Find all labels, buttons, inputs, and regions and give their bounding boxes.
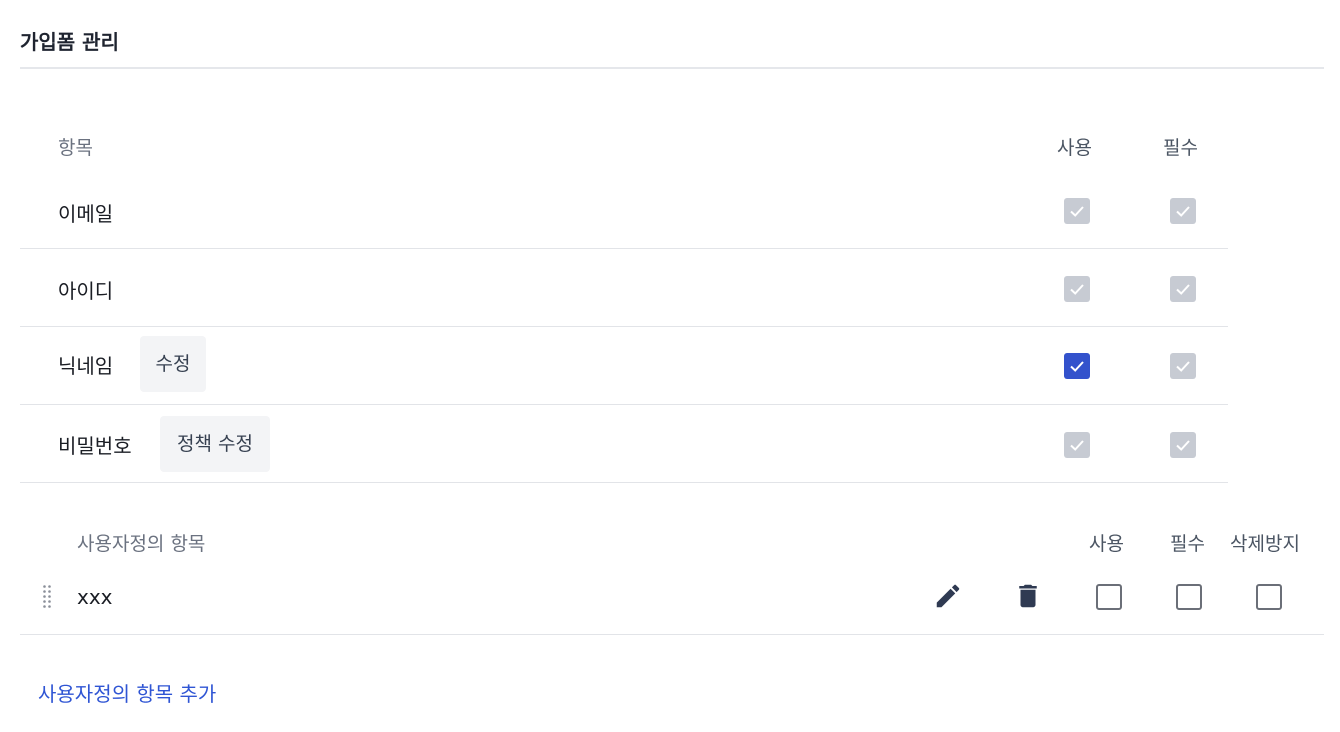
check-icon xyxy=(1176,206,1190,217)
section-divider xyxy=(20,482,1228,483)
check-icon xyxy=(1176,440,1190,451)
edit-field-button[interactable] xyxy=(932,580,964,612)
custom-column-header-protect: 삭제방지 xyxy=(1230,533,1300,555)
check-icon xyxy=(1176,361,1190,372)
required-checkbox xyxy=(1170,432,1196,458)
column-header-item: 항목 xyxy=(58,137,93,159)
column-header-required: 필수 xyxy=(1163,137,1198,159)
custom-column-header-required: 필수 xyxy=(1170,533,1205,555)
use-checkbox xyxy=(1064,276,1090,302)
use-checkbox xyxy=(1064,432,1090,458)
check-icon xyxy=(1070,361,1084,372)
delete-field-button[interactable] xyxy=(1012,580,1044,612)
edit-nickname-button[interactable]: 수정 xyxy=(140,336,206,392)
custom-row-label: xxx xyxy=(77,585,113,609)
custom-column-header-use: 사용 xyxy=(1089,533,1124,555)
edit-password-policy-button[interactable]: 정책 수정 xyxy=(160,416,270,472)
check-icon xyxy=(1070,206,1084,217)
drag-handle-icon[interactable] xyxy=(42,584,52,610)
check-icon xyxy=(1070,284,1084,295)
check-icon xyxy=(1176,284,1190,295)
custom-column-header-item: 사용자정의 항목 xyxy=(77,533,206,555)
add-custom-field-link[interactable]: 사용자정의 항목 추가 xyxy=(38,678,216,707)
row-label: 이메일 xyxy=(58,202,114,226)
page-title: 가입폼 관리 xyxy=(20,30,119,54)
title-divider xyxy=(20,67,1324,69)
check-icon xyxy=(1070,440,1084,451)
column-header-use: 사용 xyxy=(1057,137,1092,159)
required-checkbox[interactable] xyxy=(1176,584,1202,610)
row-divider xyxy=(20,248,1228,249)
pencil-icon xyxy=(936,584,960,608)
row-divider xyxy=(20,326,1228,327)
row-label: 아이디 xyxy=(58,279,114,303)
row-label: 비밀번호 xyxy=(58,434,132,458)
required-checkbox xyxy=(1170,276,1196,302)
row-divider xyxy=(20,404,1228,405)
use-checkbox[interactable] xyxy=(1064,353,1090,379)
trash-icon xyxy=(1019,584,1037,608)
row-label: 닉네임 xyxy=(58,354,114,378)
protect-delete-checkbox[interactable] xyxy=(1256,584,1282,610)
required-checkbox xyxy=(1170,198,1196,224)
use-checkbox[interactable] xyxy=(1096,584,1122,610)
custom-row-divider xyxy=(20,634,1324,635)
required-checkbox xyxy=(1170,353,1196,379)
use-checkbox xyxy=(1064,198,1090,224)
